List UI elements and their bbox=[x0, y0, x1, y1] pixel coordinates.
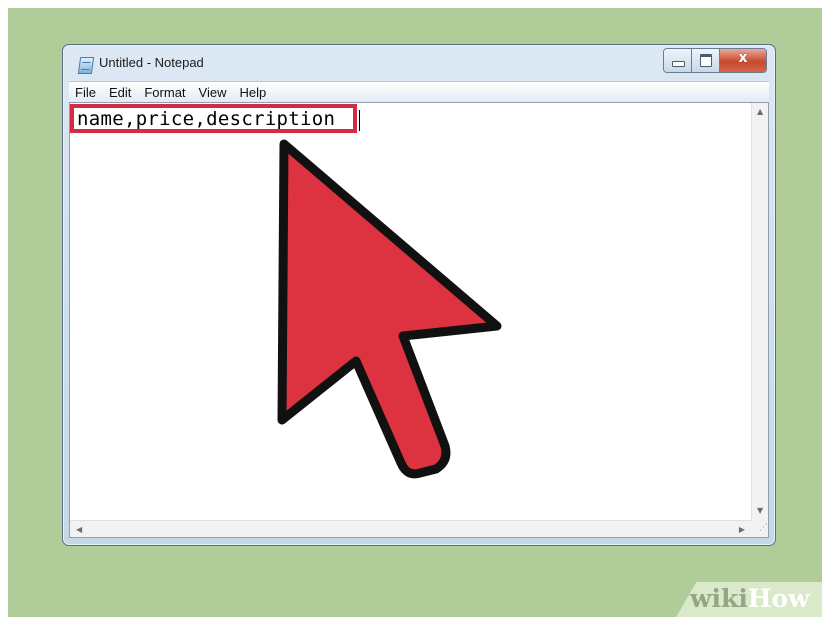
mouse-pointer-arrow-icon bbox=[277, 139, 502, 479]
watermark-how: How bbox=[747, 584, 810, 613]
background-stage: Untitled - Notepad x File Edit Format Vi… bbox=[8, 8, 822, 617]
annotation-overlay bbox=[277, 139, 502, 479]
wikihow-watermark: wikiHow bbox=[690, 584, 810, 613]
watermark-wiki: wiki bbox=[690, 584, 748, 613]
